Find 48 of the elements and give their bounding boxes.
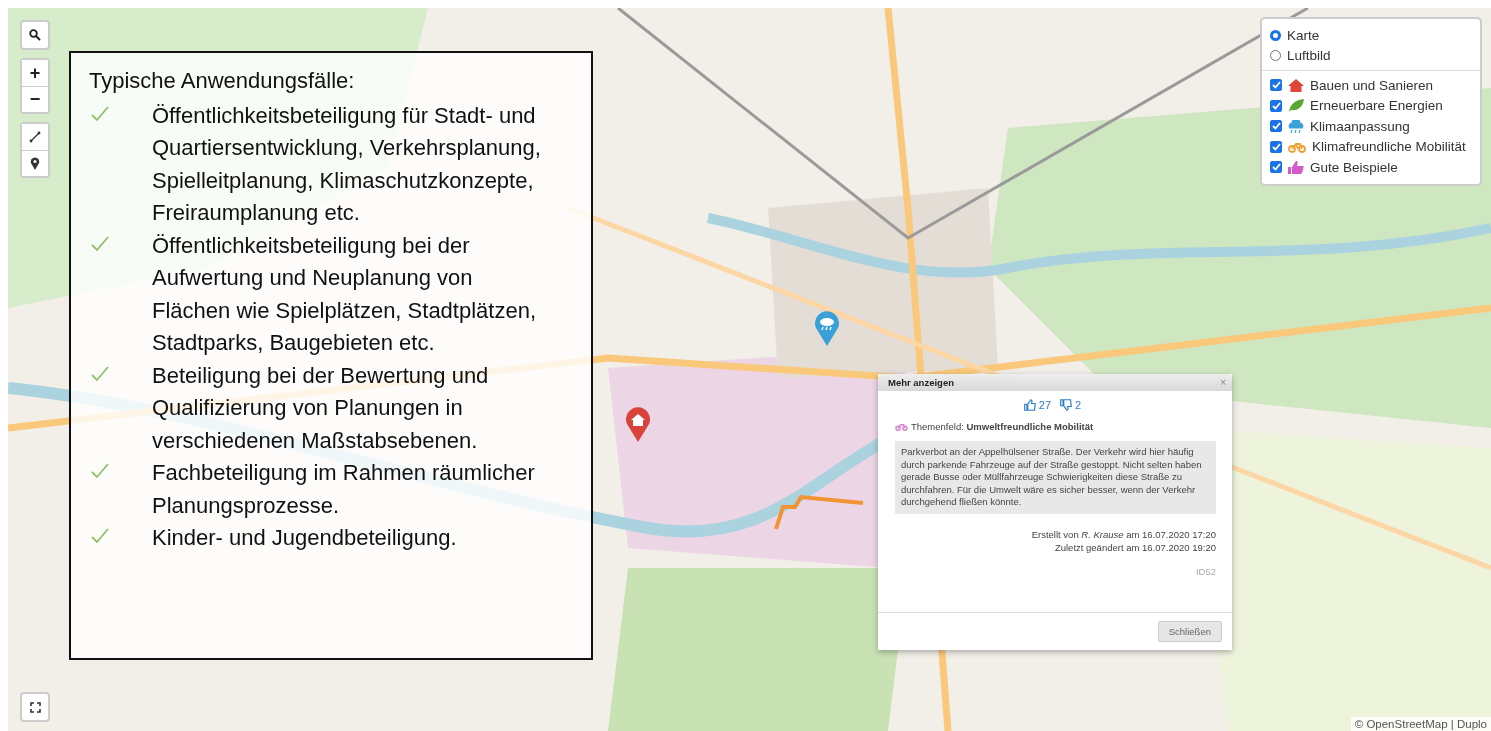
dislike-count: 2 xyxy=(1075,399,1082,411)
use-case-text: Beteiligung bei der Bewertung und Qualifizierung von Planungen in verschiedenen Maßstabsebenen. xyxy=(152,361,490,455)
radio-button[interactable] xyxy=(1270,50,1281,62)
checkbox[interactable] xyxy=(1270,79,1282,92)
id-text: ID52 xyxy=(1194,565,1216,577)
search-icon xyxy=(29,29,41,41)
attribution-text: © OpenStreetMap | Duplo xyxy=(1350,717,1491,731)
layer-label: Erneuerbare Energien xyxy=(1310,98,1443,114)
checkbox[interactable] xyxy=(1270,140,1282,153)
use-case-text: Kinder- und Jugendbeteiligung. xyxy=(152,524,458,552)
fullscreen-icon xyxy=(29,701,41,713)
line-icon xyxy=(29,131,41,143)
draw-marker-button[interactable] xyxy=(22,150,48,176)
use-case-text: Öffentlichkeitsbeteiligung für Stadt- und Quartiersentwicklung, Verkehrsplanung, Spielleitplanung, Klimaschutzkonzepte, Freiraumplanung etc. xyxy=(152,101,542,227)
layer-label: Klimaanpassung xyxy=(1310,118,1410,134)
check-icon xyxy=(91,463,109,479)
marker-icon xyxy=(30,157,40,170)
fullscreen-button[interactable] xyxy=(20,692,50,722)
thumbs-down-icon xyxy=(1060,399,1073,411)
topic-text: Themenfeld: Umweltfreundliche Mobilität xyxy=(911,421,1094,432)
info-title: Typische Anwendungsfälle: xyxy=(89,67,356,95)
zoom-out-button[interactable]: − xyxy=(22,86,48,112)
popup-title: Mehr anzeigen xyxy=(888,377,954,388)
bicycle-icon xyxy=(895,422,908,431)
description-text: Parkverbot an der Appelhülsener Straße. Der Verkehr wird hier häufig durch parkende Fahrzeuge auf der Straße gestoppt. Nicht selten haben gerade Busse oder Müllfahrzeuge Schwierigkeiten diese Straße zu durchfahren. Für die Umwelt wäre es sicher besser, wenn der Verkehr durchgehend fließen könnte. xyxy=(895,441,1216,514)
like-count: 27 xyxy=(1038,399,1052,411)
checkbox[interactable] xyxy=(1270,161,1282,174)
created-text: Erstellt von R. Krause am 16.07.2020 17:20 xyxy=(1030,527,1216,541)
layer-label: Luftbild xyxy=(1287,48,1331,64)
thumbs-up-icon xyxy=(1023,399,1036,411)
check-icon xyxy=(91,365,109,382)
weather-marker-icon xyxy=(814,310,840,346)
checkbox[interactable] xyxy=(1270,99,1282,112)
check-icon xyxy=(91,105,109,122)
checkbox[interactable] xyxy=(1270,120,1282,133)
check-icon xyxy=(91,235,109,252)
use-case-text: Fachbeteiligung im Rahmen räumlicher Planungsprozesse. xyxy=(152,459,536,520)
radio-button[interactable] xyxy=(1270,29,1281,41)
layer-label: Gute Beispiele xyxy=(1310,159,1398,175)
search-button[interactable] xyxy=(20,20,50,50)
close-popup-button[interactable]: Schließen xyxy=(1157,621,1222,642)
layer-label: Bauen und Sanieren xyxy=(1310,77,1434,93)
house-marker-icon xyxy=(625,406,651,442)
check-icon xyxy=(91,528,109,544)
use-case-text: Öffentlichkeitsbeteiligung bei der Aufwertung und Neuplanung von Flächen wie Spielplätzen, Stadtplätzen, Stadtparks, Baugebieten etc. xyxy=(152,231,537,357)
layer-label: Karte xyxy=(1287,27,1320,43)
modified-text: Zuletzt geändert am 16.07.2020 19:20 xyxy=(1053,540,1216,554)
layer-label: Klimafreundliche Mobilität xyxy=(1312,139,1466,155)
